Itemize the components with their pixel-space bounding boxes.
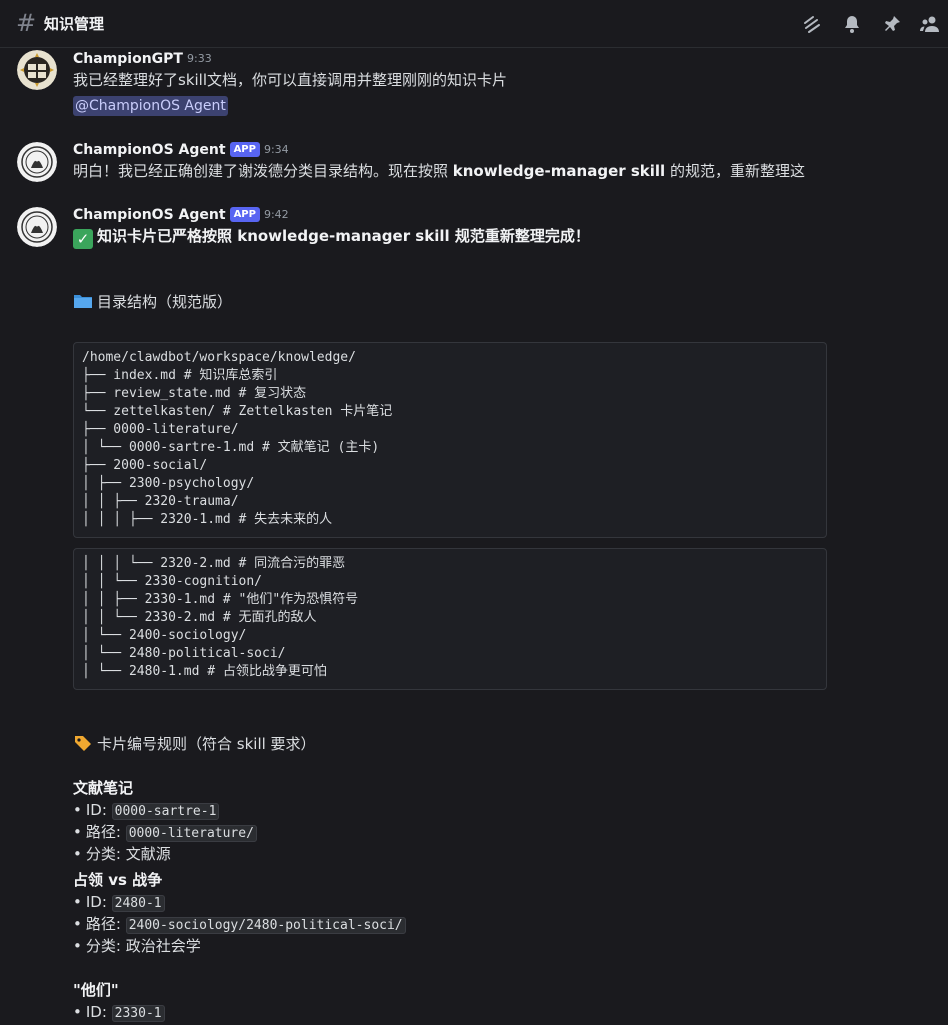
author-name[interactable]: ChampionGPT (73, 51, 183, 67)
pin-icon[interactable] (882, 14, 902, 34)
message-text: 明白！我已经正确创建了谢泼德分类目录结构。现在按照 knowledge-mana… (73, 160, 805, 182)
code-line: │ │ ├── 2320-trauma/ (82, 494, 239, 509)
code-line: │ │ └── 2330-2.md # 无面孔的敌人 (82, 610, 317, 625)
heading-text: 目录结构（规范版） (97, 293, 233, 311)
inline-code: 0000-sartre-1 (111, 803, 220, 820)
user-mention[interactable]: @ChampionOS Agent (73, 96, 228, 116)
avatar-championos-agent[interactable] (17, 207, 57, 247)
field-label: 分类: (85, 937, 126, 955)
bell-icon[interactable] (842, 14, 862, 34)
code-line: │ │ └── 2330-cognition/ (82, 574, 263, 589)
field-label: ID: (85, 1003, 112, 1021)
tag-icon (73, 734, 93, 752)
app-badge: APP (229, 207, 260, 222)
folder-icon (73, 292, 93, 310)
headline-text: 知识卡片已严格按照 knowledge-manager skill 规范重新整理… (97, 227, 590, 245)
message-text: 我已经整理好了skill文档，你可以直接调用并整理刚刚的知识卡片 (73, 71, 508, 89)
directory-heading: 目录结构（规范版） (73, 291, 232, 313)
card-title: 文献笔记 (73, 779, 134, 797)
card-category-row: • 分类: 文献源 (73, 845, 171, 863)
author-name[interactable]: ChampionOS Agent (73, 207, 226, 223)
inline-code: 2330-1 (111, 1005, 165, 1022)
app-badge: APP (229, 142, 260, 157)
code-line: └── zettelkasten/ # Zettelkasten 卡片笔记 (82, 404, 393, 419)
card-path-row: • 路径: 2400-sociology/2480-political-soci/ (73, 913, 406, 937)
code-line: ├── 2000-social/ (82, 458, 208, 473)
check-mark-icon: ✓ (73, 229, 93, 249)
channel-title: 知识管理 (44, 15, 105, 33)
message-timestamp: 9:42 (263, 208, 289, 221)
avatar-championos-agent[interactable] (17, 142, 57, 182)
code-block[interactable]: /home/clawdbot/workspace/knowledge/ ├── … (73, 342, 827, 538)
card-id-row: • ID: 2330-1 (73, 1001, 165, 1025)
members-icon[interactable] (920, 14, 940, 34)
card-id-row: • ID: 0000-sartre-1 (73, 799, 220, 823)
code-line: ├── index.md # 知识库总索引 (82, 368, 278, 383)
message-timestamp: 9:34 (263, 143, 289, 156)
text-segment: 的规范，重新整理这 (665, 162, 805, 180)
field-label: ID: (85, 801, 112, 819)
channel-hash-icon: # (16, 9, 37, 37)
heading-text: 卡片编号规则（符合 skill 要求） (97, 735, 316, 753)
code-line: │ ├── 2300-psychology/ (82, 476, 255, 491)
message-author[interactable]: ChampionOS Agent APP 9:34 (73, 141, 289, 159)
field-label: 路径: (85, 915, 126, 933)
code-line: ├── 0000-literature/ (82, 422, 239, 437)
code-line: │ └── 0000-sartre-1.md # 文献笔记 (主卡) (82, 440, 380, 455)
code-line: ├── review_state.md # 复习状态 (82, 386, 307, 401)
code-line: │ │ │ ├── 2320-1.md # 失去未来的人 (82, 512, 333, 527)
message-author[interactable]: ChampionOS Agent APP 9:42 (73, 206, 289, 224)
code-line: │ └── 2480-1.md # 占领比战争更可怕 (82, 664, 327, 679)
code-line: │ │ │ └── 2320-2.md # 同流合污的罪恶 (82, 556, 346, 571)
inline-code: 2480-1 (111, 895, 165, 912)
message-author[interactable]: ChampionGPT 9:33 (73, 50, 212, 68)
threads-icon[interactable] (802, 14, 822, 34)
field-value: 政治社会学 (125, 937, 201, 955)
field-label: 分类: (85, 845, 126, 863)
code-line: │ └── 2400-sociology/ (82, 628, 247, 643)
author-name[interactable]: ChampionOS Agent (73, 142, 226, 158)
code-line: │ └── 2480-political-soci/ (82, 646, 286, 661)
field-label: 路径: (85, 823, 126, 841)
message-timestamp: 9:33 (186, 52, 212, 65)
card-id-row: • ID: 2480-1 (73, 891, 165, 915)
channel-header: # 知识管理 (0, 0, 948, 48)
text-bold: knowledge-manager skill (452, 162, 666, 180)
field-label: ID: (85, 893, 112, 911)
avatar-championgpt[interactable] (17, 50, 57, 90)
message-headline: ✓ 知识卡片已严格按照 knowledge-manager skill 规范重新整… (73, 225, 590, 249)
card-path-row: • 路径: 0000-literature/ (73, 821, 257, 845)
code-line: │ │ ├── 2330-1.md # "他们"作为恐惧符号 (82, 592, 359, 607)
code-line: /home/clawdbot/workspace/knowledge/ (82, 350, 356, 365)
card-title: 占领 vs 战争 (73, 871, 163, 889)
field-value: 文献源 (125, 845, 171, 863)
inline-code: 2400-sociology/2480-political-soci/ (125, 917, 406, 934)
rules-heading: 卡片编号规则（符合 skill 要求） (73, 733, 316, 755)
card-title: "他们" (73, 981, 119, 999)
inline-code: 0000-literature/ (125, 825, 257, 842)
text-segment: 明白！我已经正确创建了谢泼德分类目录结构。现在按照 (73, 162, 453, 180)
card-category-row: • 分类: 政治社会学 (73, 937, 201, 955)
code-block[interactable]: │ │ │ └── 2320-2.md # 同流合污的罪恶 │ │ └── 23… (73, 548, 827, 690)
